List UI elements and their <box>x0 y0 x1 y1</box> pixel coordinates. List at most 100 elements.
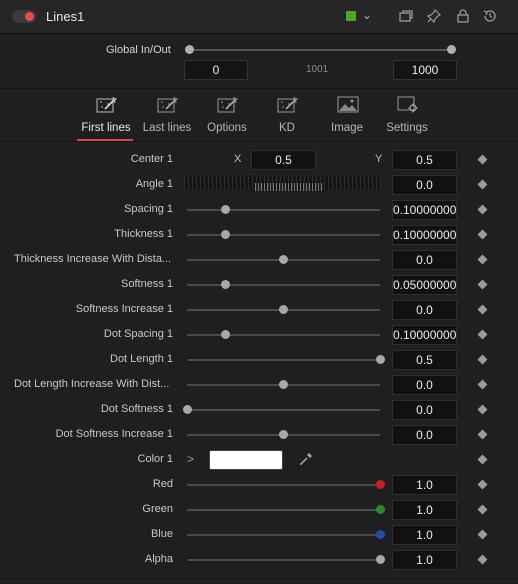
keyframe-diamond-icon[interactable] <box>477 254 488 265</box>
global-end-handle[interactable] <box>447 45 456 54</box>
color-swatch-icon[interactable] <box>346 11 356 21</box>
keyframe-diamond-icon[interactable] <box>477 404 488 415</box>
x-label: X <box>234 153 242 165</box>
keyframe-diamond-icon[interactable] <box>477 229 488 240</box>
value-field[interactable]: 0.10000000 <box>392 225 457 245</box>
tab-first-lines[interactable]: First lines <box>74 90 138 142</box>
param-label: Red <box>152 478 173 490</box>
param-label: Dot Softness 1 <box>100 403 173 415</box>
center-y-field[interactable]: 0.5 <box>392 150 457 170</box>
slider-thumb[interactable] <box>279 305 288 314</box>
keyframe-diamond-icon[interactable] <box>477 329 488 340</box>
chevron-right-icon[interactable]: > <box>187 452 194 466</box>
pin-icon[interactable] <box>426 8 442 24</box>
global-range-slider[interactable] <box>189 49 452 51</box>
slider-thumb[interactable] <box>182 405 192 414</box>
value-field[interactable]: 0.05000000 <box>392 275 457 295</box>
value-field[interactable]: 1.0 <box>392 525 457 545</box>
slider-thumb[interactable] <box>375 355 385 364</box>
window-icon[interactable] <box>398 8 414 24</box>
tab-options[interactable]: Options <box>195 90 259 142</box>
value-field[interactable]: 0.0 <box>392 400 457 420</box>
tab-last-lines[interactable]: Last lines <box>135 90 199 142</box>
keyframe-diamond-icon[interactable] <box>477 354 488 365</box>
tab-settings[interactable]: Settings <box>375 90 439 142</box>
slider-thumb[interactable] <box>375 480 385 489</box>
keyframe-diamond-icon[interactable] <box>477 379 488 390</box>
slider-thumb[interactable] <box>221 330 231 339</box>
value-field[interactable]: 1.0 <box>392 475 457 495</box>
gear-icon <box>397 96 418 113</box>
keyframe-diamond-icon[interactable] <box>477 454 488 465</box>
param-label: Green <box>142 503 173 515</box>
keyframe-diamond-icon[interactable] <box>477 279 488 290</box>
thumbwheel-ticks <box>255 183 323 191</box>
slider-thumb[interactable] <box>279 255 288 264</box>
reset-icon[interactable] <box>482 8 498 24</box>
value-field[interactable]: 0.0 <box>392 250 457 270</box>
chevron-down-icon[interactable]: ⌄ <box>362 8 372 22</box>
image-icon <box>337 96 359 113</box>
keyframe-diamond-icon[interactable] <box>477 529 488 540</box>
eyedropper-icon[interactable] <box>299 452 313 466</box>
slider-track[interactable] <box>187 209 380 211</box>
keyframe-diamond-icon[interactable] <box>477 179 488 190</box>
keyframe-diamond-icon[interactable] <box>477 429 488 440</box>
slider-track[interactable] <box>187 484 380 486</box>
slider-thumb[interactable] <box>221 280 231 289</box>
slider-track[interactable] <box>187 409 380 411</box>
lock-icon[interactable] <box>455 8 471 24</box>
tab-image[interactable]: Image <box>315 90 379 142</box>
keyframe-diamond-icon[interactable] <box>477 154 488 165</box>
slider-track[interactable] <box>187 559 380 561</box>
node-header: Lines1 ⌄ <box>0 0 518 34</box>
keyframe-diamond-icon[interactable] <box>477 479 488 490</box>
slider-track[interactable] <box>187 534 380 536</box>
toggle-icon <box>25 12 34 21</box>
value-field[interactable]: 1.0 <box>392 500 457 520</box>
param-row: Softness 1 0.05000000 <box>0 272 518 297</box>
angle-field[interactable]: 0.0 <box>392 175 457 195</box>
value-field[interactable]: 0.0 <box>392 425 457 445</box>
slider-thumb[interactable] <box>375 505 385 514</box>
param-label: Thickness Increase With Dista... <box>14 253 172 265</box>
keyframe-diamond-icon[interactable] <box>477 204 488 215</box>
global-end-field[interactable]: 1000 <box>393 60 457 80</box>
slider-track[interactable] <box>187 359 380 361</box>
slider-thumb[interactable] <box>375 555 385 564</box>
center-x-field[interactable]: 0.5 <box>251 150 316 170</box>
global-start-handle[interactable] <box>185 45 194 54</box>
value-field[interactable]: 0.10000000 <box>392 325 457 345</box>
magic-wand-icon <box>96 96 118 113</box>
slider-thumb[interactable] <box>279 380 288 389</box>
node-enable-toggle[interactable] <box>12 10 36 23</box>
slider-thumb[interactable] <box>221 205 231 214</box>
global-start-field[interactable]: 0 <box>184 60 248 80</box>
param-label: Dot Spacing 1 <box>103 328 173 340</box>
param-label: Dot Length 1 <box>110 353 173 365</box>
param-row-center: Center 1 X 0.5 Y 0.5 <box>0 147 518 172</box>
angle-thumbwheel[interactable] <box>184 176 381 191</box>
tab-first-lines-label: First lines <box>81 122 131 134</box>
slider-track[interactable] <box>187 334 380 336</box>
keyframe-diamond-icon[interactable] <box>477 304 488 315</box>
slider-track[interactable] <box>187 234 380 236</box>
slider-track[interactable] <box>187 509 380 511</box>
slider-track[interactable] <box>187 284 380 286</box>
value-field[interactable]: 1.0 <box>392 550 457 570</box>
magic-wand-icon <box>277 96 299 113</box>
value-field[interactable]: 0.5 <box>392 350 457 370</box>
tab-options-label: Options <box>207 122 247 134</box>
keyframe-diamond-icon[interactable] <box>477 554 488 565</box>
slider-thumb[interactable] <box>221 230 231 239</box>
keyframe-diamond-icon[interactable] <box>477 504 488 515</box>
param-row: Green 1.0 <box>0 497 518 522</box>
param-row: Thickness 1 0.10000000 <box>0 222 518 247</box>
value-field[interactable]: 0.0 <box>392 375 457 395</box>
value-field[interactable]: 0.10000000 <box>392 200 457 220</box>
slider-thumb[interactable] <box>279 430 288 439</box>
slider-thumb[interactable] <box>375 530 385 539</box>
value-field[interactable]: 0.0 <box>392 300 457 320</box>
color-swatch[interactable] <box>209 450 283 470</box>
tab-kd[interactable]: KD <box>255 90 319 142</box>
